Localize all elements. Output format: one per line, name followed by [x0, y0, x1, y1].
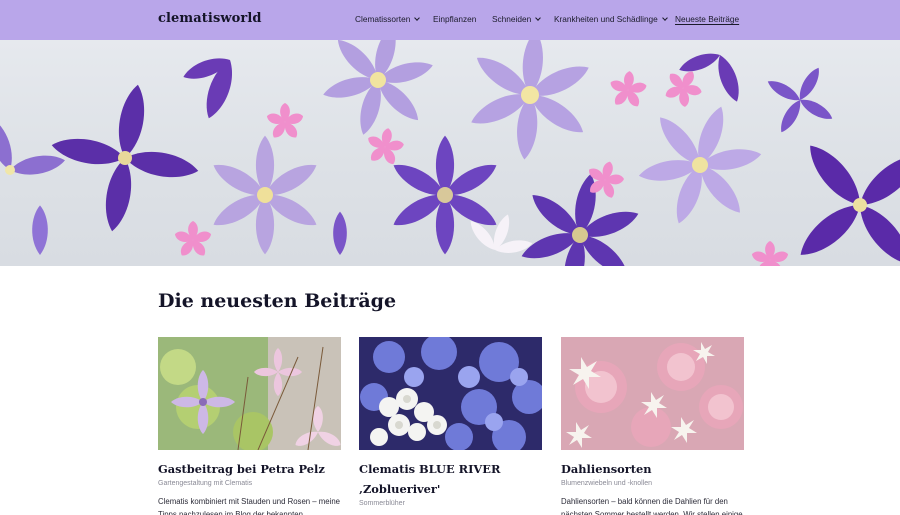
- dahlia-flowers-image: [561, 337, 744, 450]
- chevron-down-icon: [661, 15, 668, 21]
- hero-image: [0, 40, 900, 266]
- chevron-down-icon: [535, 15, 542, 21]
- nav-label: Schneiden: [492, 14, 532, 24]
- post-category[interactable]: Blumenzwiebeln und -knollen: [561, 480, 744, 487]
- nav-label: Einpflanzen: [433, 14, 477, 24]
- garden-flowers-image: [158, 337, 341, 450]
- nav-item-einpflanzen[interactable]: Einpflanzen: [433, 14, 476, 24]
- clematis-dark: [49, 82, 201, 234]
- main-navigation: Clematissorten Einpflanzen Schneiden Kra…: [0, 0, 900, 40]
- post-thumbnail[interactable]: [359, 337, 542, 450]
- nav-item-neueste-beitraege[interactable]: Neueste Beiträge: [675, 14, 739, 24]
- nav-item-krankheiten[interactable]: Krankheiten und Schädlinge: [554, 14, 668, 24]
- post-title[interactable]: Gastbeitrag bei Petra Pelz: [158, 459, 341, 479]
- clematis-pale: [209, 135, 321, 255]
- nav-item-clematissorten[interactable]: Clematissorten: [355, 14, 421, 24]
- post-thumbnail[interactable]: [158, 337, 341, 450]
- post-card[interactable]: Gastbeitrag bei Petra Pelz Gartengestalt…: [158, 337, 341, 515]
- chevron-down-icon: [414, 15, 421, 21]
- post-thumbnail[interactable]: [561, 337, 744, 450]
- post-title[interactable]: Clematis BLUE RIVER ‚Zoblueriver': [359, 459, 542, 499]
- site-header: clematisworld Clematissorten Einpflanzen…: [0, 0, 900, 40]
- post-title[interactable]: Dahliensorten: [561, 459, 744, 479]
- blue-clematis-image: [359, 337, 542, 450]
- nav-label: Clematissorten: [355, 14, 411, 24]
- nav-label: Neueste Beiträge: [675, 14, 740, 24]
- post-excerpt: Dahliensorten – bald können die Dahlien …: [561, 497, 743, 515]
- section-title: Die neuesten Beiträge: [158, 290, 397, 312]
- post-card[interactable]: Dahliensorten Blumenzwiebeln und -knolle…: [561, 337, 744, 515]
- post-category[interactable]: Gartengestaltung mit Clematis: [158, 480, 341, 487]
- post-card[interactable]: Clematis BLUE RIVER ‚Zoblueriver' Sommer…: [359, 337, 542, 507]
- nav-label: Krankheiten und Schädlinge: [554, 14, 658, 24]
- post-excerpt: Clematis kombiniert mit Stauden und Rose…: [158, 497, 341, 515]
- nav-item-schneiden[interactable]: Schneiden: [492, 14, 542, 24]
- post-category[interactable]: Sommerblüher: [359, 500, 542, 507]
- clematis-flowers-illustration: [0, 40, 900, 266]
